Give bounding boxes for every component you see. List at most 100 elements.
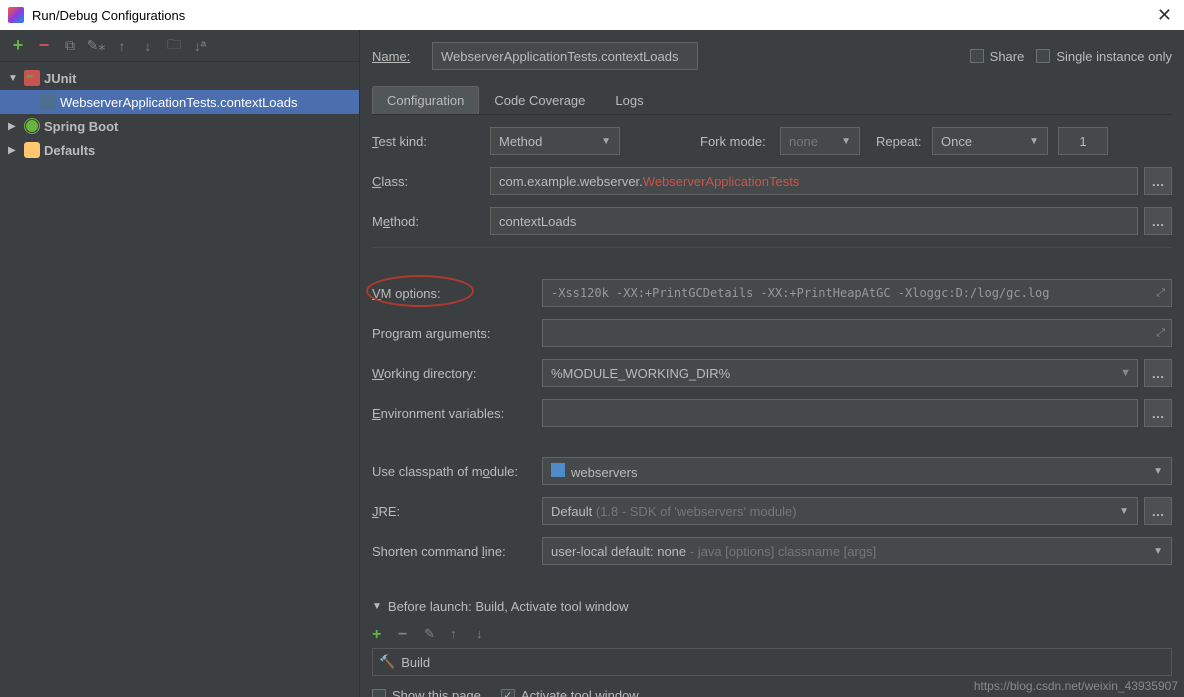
share-checkbox[interactable]: Share [970, 49, 1025, 64]
env-vars-label: Environment variables: [372, 406, 542, 421]
jre-select[interactable]: Default (1.8 - SDK of 'webservers' modul… [542, 497, 1138, 525]
sort-icon[interactable]: ↓ª [192, 38, 208, 54]
repeat-label: Repeat: [876, 134, 932, 149]
browse-class-button[interactable]: … [1144, 167, 1172, 195]
module-icon [551, 463, 565, 477]
tree-node-junit[interactable]: ▼ JUnit [0, 66, 359, 90]
show-this-page-label: Show this page [392, 688, 481, 697]
jre-hint: (1.8 - SDK of 'webservers' module) [596, 504, 797, 519]
left-panel: + − ⧉ ✎⁎ ↑ ↓ 🗀 ↓ª ▼ JUnit WebserverAppli… [0, 30, 360, 697]
config-tabs: Configuration Code Coverage Logs [372, 86, 1172, 115]
name-input[interactable] [432, 42, 698, 70]
shorten-hint: - java [options] classname [args] [690, 544, 876, 559]
remove-task-icon[interactable]: − [398, 626, 414, 644]
method-label: Method: [372, 214, 490, 229]
name-row: Name: Share Single instance only [372, 42, 1172, 70]
test-kind-select[interactable]: Method ▼ [490, 127, 620, 155]
add-task-icon[interactable]: + [372, 626, 388, 644]
move-up-icon[interactable]: ↑ [450, 626, 466, 644]
method-value: contextLoads [499, 214, 576, 229]
fork-mode-select[interactable]: none ▼ [780, 127, 860, 155]
tree-node-defaults[interactable]: ▶ Defaults [0, 138, 359, 162]
browse-jre-button[interactable]: … [1144, 497, 1172, 525]
class-input[interactable]: com.example.webserver.WebserverApplicati… [490, 167, 1138, 195]
build-task-label: Build [401, 655, 430, 670]
fork-mode-value: none [789, 134, 818, 149]
browse-workdir-button[interactable]: … [1144, 359, 1172, 387]
browse-method-button[interactable]: … [1144, 207, 1172, 235]
class-prefix: com.example.webserver. [499, 174, 643, 189]
shorten-cmd-select[interactable]: user-local default: none - java [options… [542, 537, 1172, 565]
name-label: Name: [372, 49, 420, 64]
working-dir-input[interactable]: %MODULE_WORKING_DIR% ▼ [542, 359, 1138, 387]
tree-label: WebserverApplicationTests.contextLoads [60, 95, 298, 110]
chevron-down-icon: ▼ [1153, 546, 1163, 557]
class-name: WebserverApplicationTests [643, 174, 800, 189]
fork-mode-label: Fork mode: [700, 134, 780, 149]
folder-icon[interactable]: 🗀 [166, 38, 182, 54]
settings-icon[interactable]: ✎⁎ [88, 38, 104, 54]
before-launch-title: Before launch: Build, Activate tool wind… [388, 599, 629, 614]
tree-label: Spring Boot [44, 119, 118, 134]
tree-node-spring-boot[interactable]: ▶ Spring Boot [0, 114, 359, 138]
test-config-icon [40, 94, 56, 110]
add-config-icon[interactable]: + [10, 38, 26, 54]
app-icon [8, 7, 24, 23]
single-instance-checkbox[interactable]: Single instance only [1036, 49, 1172, 64]
repeat-select[interactable]: Once ▼ [932, 127, 1048, 155]
expand-arrow-icon[interactable]: ▼ [8, 73, 20, 84]
program-args-label: Program arguments: [372, 326, 542, 341]
close-icon[interactable]: ✕ [1153, 5, 1176, 26]
tree-label: Defaults [44, 143, 95, 158]
share-label: Share [990, 49, 1025, 64]
move-down-icon[interactable]: ↓ [140, 38, 156, 54]
chevron-down-icon: ▼ [1029, 136, 1039, 147]
edit-task-icon[interactable]: ✎ [424, 626, 440, 644]
activate-tool-window-checkbox[interactable]: ✓ Activate tool window [501, 688, 639, 697]
collapse-arrow-icon: ▼ [372, 601, 382, 612]
working-dir-label: Working directory: [372, 366, 542, 381]
method-input[interactable]: contextLoads [490, 207, 1138, 235]
tab-configuration[interactable]: Configuration [372, 86, 479, 114]
expand-arrow-icon[interactable]: ▶ [8, 145, 20, 156]
classpath-label: Use classpath of module: [372, 464, 542, 479]
program-args-input[interactable]: ⤢ [542, 319, 1172, 347]
tab-logs[interactable]: Logs [600, 86, 658, 114]
tab-code-coverage[interactable]: Code Coverage [479, 86, 600, 114]
classpath-value: webservers [571, 465, 637, 480]
classpath-select[interactable]: webservers ▼ [542, 457, 1172, 485]
chevron-down-icon: ▼ [601, 136, 611, 147]
before-launch-list[interactable]: 🔨 Build [372, 648, 1172, 676]
expand-icon[interactable]: ⤢ [1156, 327, 1165, 340]
watermark: https://blog.csdn.net/weixin_43935907 [974, 679, 1178, 693]
spring-boot-icon [24, 118, 40, 134]
vm-options-input[interactable]: -Xss120k -XX:+PrintGCDetails -XX:+PrintH… [542, 279, 1172, 307]
repeat-value: Once [941, 134, 972, 149]
build-icon: 🔨 [379, 654, 395, 670]
defaults-icon [24, 142, 40, 158]
move-up-icon[interactable]: ↑ [114, 38, 130, 54]
shorten-cmd-label: Shorten command line: [372, 544, 542, 559]
copy-config-icon[interactable]: ⧉ [62, 38, 78, 54]
tree-label: JUnit [44, 71, 77, 86]
working-dir-value: %MODULE_WORKING_DIR% [551, 366, 730, 381]
test-kind-value: Method [499, 134, 542, 149]
chevron-down-icon: ▼ [841, 136, 851, 147]
activate-tool-window-label: Activate tool window [521, 688, 639, 697]
move-down-icon[interactable]: ↓ [476, 626, 492, 644]
expand-icon[interactable]: ⤢ [1156, 287, 1165, 300]
test-kind-label: Test kind: [372, 134, 490, 149]
single-instance-label: Single instance only [1056, 49, 1172, 64]
browse-env-button[interactable]: … [1144, 399, 1172, 427]
expand-arrow-icon[interactable]: ▶ [8, 121, 20, 132]
remove-config-icon[interactable]: − [36, 38, 52, 54]
vm-options-label: VM options: [372, 286, 542, 301]
jre-label: JRE: [372, 504, 542, 519]
show-this-page-checkbox[interactable]: Show this page [372, 688, 481, 697]
env-vars-input[interactable] [542, 399, 1138, 427]
before-launch-header[interactable]: ▼ Before launch: Build, Activate tool wi… [372, 599, 1172, 614]
chevron-down-icon[interactable]: ▼ [1120, 367, 1131, 379]
window-title: Run/Debug Configurations [32, 8, 1153, 23]
tree-node-junit-child[interactable]: WebserverApplicationTests.contextLoads [0, 90, 359, 114]
repeat-count-input[interactable] [1058, 127, 1108, 155]
